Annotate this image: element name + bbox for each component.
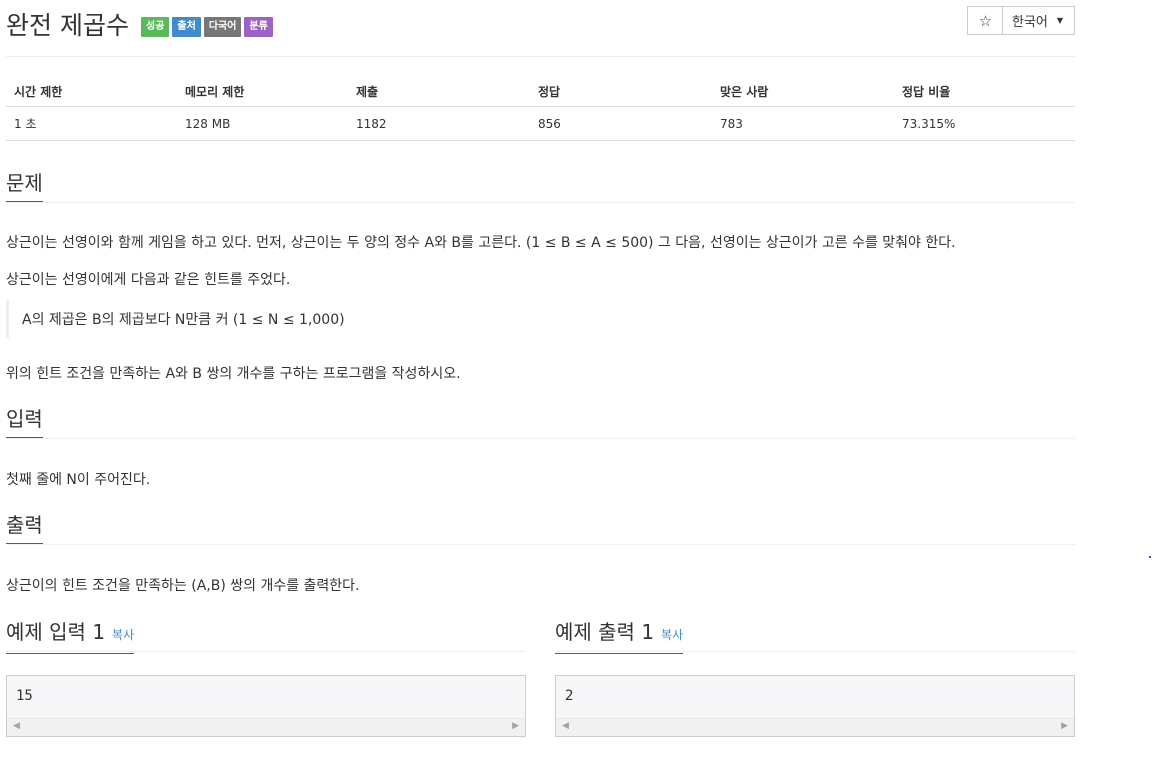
sample-output-box[interactable]: 2 ◀ ▶	[555, 675, 1075, 737]
value-accept-rate: 73.315%	[894, 106, 1075, 141]
badge-multilingual[interactable]: 다국어	[203, 17, 242, 37]
badge-category[interactable]: 분류	[244, 17, 273, 37]
hint-blockquote: A의 제곱은 B의 제곱보다 N만큼 커 (1 ≤ N ≤ 1,000)	[6, 300, 606, 338]
sample-input-header: 예제 입력 1 복사	[6, 619, 526, 654]
star-button[interactable]: ☆	[967, 6, 1003, 35]
sample-input-heading-wrap: 예제 입력 1 복사	[6, 619, 135, 654]
horizontal-scrollbar[interactable]: ◀ ▶	[7, 718, 525, 736]
scroll-left-icon[interactable]: ◀	[13, 721, 20, 731]
problem-info-table: 시간 제한 메모리 제한 제출 정답 맞은 사람 정답 비율 1 초 128 M…	[6, 77, 1075, 141]
scroll-left-icon[interactable]: ◀	[562, 721, 569, 731]
scroll-right-icon[interactable]: ▶	[1061, 721, 1068, 731]
caret-down-icon: ▼	[1056, 16, 1064, 25]
scroll-right-icon[interactable]: ▶	[512, 721, 519, 731]
input-section-header: 입력	[6, 406, 1075, 439]
header-accept-rate: 정답 비율	[894, 77, 1075, 107]
copy-input-link[interactable]: 복사	[112, 628, 134, 642]
value-solvers: 783	[712, 106, 894, 141]
sample-input-heading: 예제 입력 1	[6, 620, 106, 644]
value-accepted: 856	[530, 106, 712, 141]
sample-input-value: 15	[16, 688, 33, 704]
copy-output-link[interactable]: 복사	[661, 628, 683, 642]
badge-source[interactable]: 출처	[172, 17, 201, 37]
language-dropdown[interactable]: 한국어 ▼	[1002, 6, 1075, 35]
badge-success[interactable]: 성공	[141, 17, 170, 37]
input-heading: 입력	[6, 406, 43, 438]
hint-text: A의 제곱은 B의 제곱보다 N만큼 커 (1 ≤ N ≤ 1,000)	[22, 312, 345, 328]
description-heading: 문제	[6, 170, 43, 202]
problem-title: 완전 제곱수	[6, 11, 129, 40]
badge-group: 성공 출처 다국어 분류	[141, 17, 273, 37]
sample-output-value: 2	[565, 688, 574, 704]
description-paragraph-3: 위의 힌트 조건을 만족하는 A와 B 쌍의 개수를 구하는 프로그램을 작성하…	[6, 366, 461, 382]
description-paragraph-2: 상근이는 선영이에게 다음과 같은 힌트를 주었다.	[6, 272, 291, 288]
output-description: 상근이의 힌트 조건을 만족하는 (A,B) 쌍의 개수를 출력한다.	[6, 578, 360, 594]
language-label: 한국어	[1012, 15, 1048, 30]
edge-marker	[1149, 556, 1151, 558]
value-memory-limit: 128 MB	[177, 106, 348, 141]
description-section-header: 문제	[6, 170, 1075, 203]
header-memory-limit: 메모리 제한	[177, 77, 348, 107]
sample-output-heading-wrap: 예제 출력 1 복사	[555, 619, 684, 654]
value-submissions: 1182	[348, 106, 530, 141]
table-header-row: 시간 제한 메모리 제한 제출 정답 맞은 사람 정답 비율	[6, 77, 1075, 107]
sample-output-heading: 예제 출력 1	[555, 620, 655, 644]
header-solvers: 맞은 사람	[712, 77, 894, 107]
output-heading: 출력	[6, 512, 43, 544]
horizontal-scrollbar[interactable]: ◀ ▶	[556, 718, 1074, 736]
table-row: 1 초 128 MB 1182 856 783 73.315%	[6, 106, 1075, 141]
value-time-limit: 1 초	[6, 106, 177, 141]
input-description: 첫째 줄에 N이 주어진다.	[6, 472, 151, 488]
sample-input-box[interactable]: 15 ◀ ▶	[6, 675, 526, 737]
sample-output-header: 예제 출력 1 복사	[555, 619, 1075, 654]
output-section-header: 출력	[6, 512, 1075, 545]
title-row: 완전 제곱수 성공 출처 다국어 분류 ☆ 한국어 ▼	[6, 0, 1075, 57]
header-submissions: 제출	[348, 77, 530, 107]
star-icon: ☆	[978, 11, 993, 30]
header-time-limit: 시간 제한	[6, 77, 177, 107]
problem-page: 완전 제곱수 성공 출처 다국어 분류 ☆ 한국어 ▼ 시간 제한 메모리 제한…	[6, 0, 1075, 737]
description-paragraph-1: 상근이는 선영이와 함께 게임을 하고 있다. 먼저, 상근이는 두 양의 정수…	[6, 235, 956, 251]
header-accepted: 정답	[530, 77, 712, 107]
